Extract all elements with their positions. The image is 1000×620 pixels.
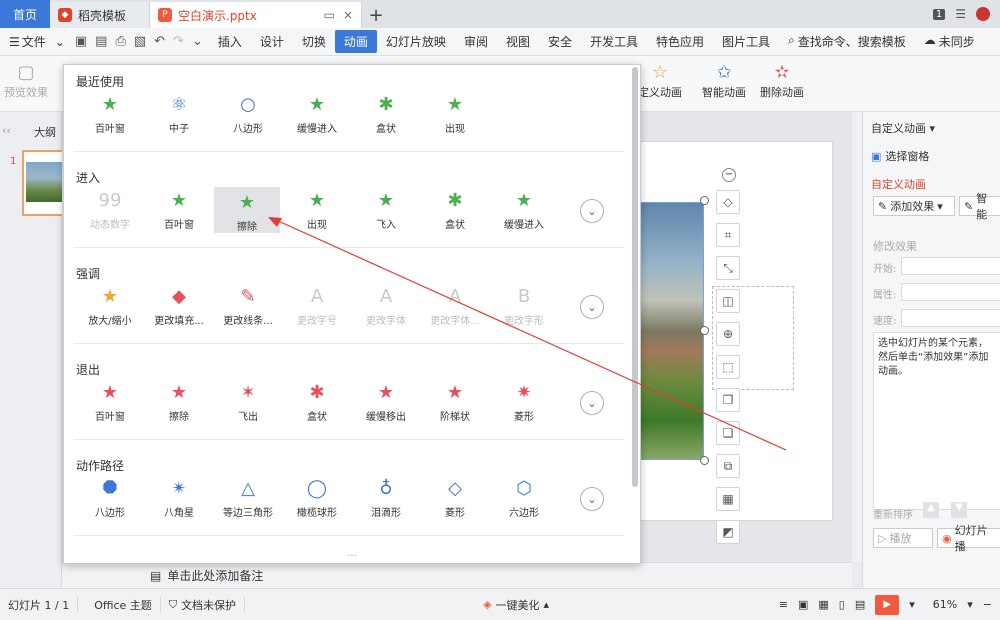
annotation-arrow <box>268 217 787 451</box>
